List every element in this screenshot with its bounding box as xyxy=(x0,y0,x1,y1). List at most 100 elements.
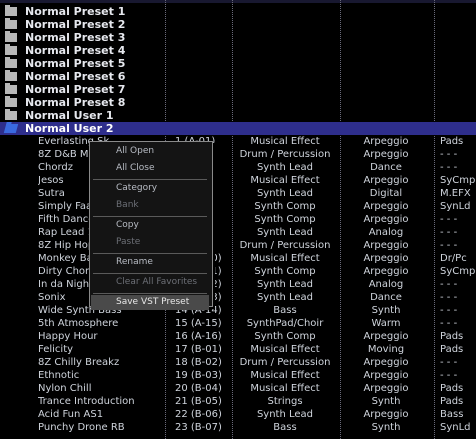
preset-name: Felicity xyxy=(38,344,74,355)
menu-separator xyxy=(93,293,207,294)
menu-all-close[interactable]: All Close xyxy=(91,161,209,176)
preset-type: SyCmp xyxy=(440,266,476,277)
preset-subcategory: Arpeggio xyxy=(363,149,409,160)
preset-type: Pads xyxy=(440,396,464,407)
folder-row[interactable]: Normal Preset 5 xyxy=(0,57,476,70)
preset-category: Musical Effect xyxy=(250,175,320,186)
preset-row[interactable]: Dirty Chord11 (A-11)Synth CompArpeggioSy… xyxy=(0,265,476,278)
folder-row[interactable]: Normal Preset 1 xyxy=(0,5,476,18)
folder-icon xyxy=(5,57,17,68)
folder-row[interactable]: Normal Preset 4 xyxy=(0,44,476,57)
preset-row[interactable]: Rap Lead 18 (A-08)Synth LeadAnalog- - - xyxy=(0,226,476,239)
menu-rename[interactable]: Rename xyxy=(91,255,209,270)
menu-bank: Bank xyxy=(116,200,139,210)
preset-row[interactable]: Everlasting Sk1 (A-01)Musical EffectArpe… xyxy=(0,135,476,148)
preset-category: Drum / Percussion xyxy=(239,240,331,251)
preset-subcategory: Arpeggio xyxy=(363,201,409,212)
preset-type: - - - xyxy=(440,214,458,225)
preset-category: Drum / Percussion xyxy=(239,149,331,160)
open-folder-icon xyxy=(3,124,19,133)
preset-row[interactable]: In da Night12 (A-12)Synth LeadAnalog- - … xyxy=(0,278,476,291)
preset-name: Acid Fun AS1 xyxy=(38,409,104,420)
menu-separator xyxy=(93,216,207,217)
preset-category: Drum / Percussion xyxy=(239,357,331,368)
preset-row[interactable]: Monkey Bar10 (A-10)Musical EffectArpeggi… xyxy=(0,252,476,265)
preset-subcategory: Arpeggio xyxy=(363,370,409,381)
preset-row[interactable]: 8Z Chilly Breakz 18 (B-02) Drum / Percussi… xyxy=(0,356,476,369)
folder-row[interactable]: Normal User 2 xyxy=(0,122,476,135)
preset-type: - - - xyxy=(440,240,458,251)
preset-row[interactable]: Jesos4 (A-04)Musical EffectArpeggioSyCmp xyxy=(0,174,476,187)
preset-category: Musical Effect xyxy=(250,344,320,355)
preset-row[interactable]: Felicity 17 (B-01) Musical Effect Moving Pad… xyxy=(0,343,476,356)
folder-icon xyxy=(5,44,17,55)
preset-subcategory: Arpeggio xyxy=(363,136,409,147)
preset-subcategory: Dance xyxy=(370,292,402,303)
header-strip xyxy=(0,0,476,3)
folder-icon xyxy=(5,83,17,94)
folder-name: Normal Preset 2 xyxy=(25,18,126,31)
folder-row[interactable]: Normal Preset 6 xyxy=(0,70,476,83)
preset-number: 21 (B-05) xyxy=(175,396,222,407)
preset-type: - - - xyxy=(440,370,458,381)
preset-type: - - - xyxy=(440,162,458,173)
preset-row[interactable]: Ethnotic 19 (B-03) Musical Effect Arpeggio -… xyxy=(0,369,476,382)
preset-category: Musical Effect xyxy=(250,383,320,394)
preset-number: 15 (A-15) xyxy=(175,318,222,329)
menu-separator xyxy=(93,179,207,180)
folder-row[interactable]: Normal Preset 2 xyxy=(0,18,476,31)
preset-row[interactable]: 8Z D&B Ma2 (A-02)Drum / PercussionArpegg… xyxy=(0,148,476,161)
preset-type: Pads xyxy=(440,344,464,355)
menu-copy[interactable]: Copy xyxy=(91,218,209,233)
preset-category: Synth Lead xyxy=(256,227,314,238)
preset-type: M.EFX xyxy=(440,188,471,199)
folder-icon xyxy=(5,96,17,107)
preset-row[interactable]: Chordz3 (A-03)Synth LeadDance- - - xyxy=(0,161,476,174)
preset-type: Dr/Pc xyxy=(440,253,467,264)
preset-row[interactable]: 8Z Hip Hop9 (A-09)Drum / PercussionArpeg… xyxy=(0,239,476,252)
preset-number: 18 (B-02) xyxy=(175,357,222,368)
folder-row[interactable]: Normal Preset 3 xyxy=(0,31,476,44)
menu-category[interactable]: Category xyxy=(91,181,209,196)
preset-number: 20 (B-04) xyxy=(175,383,222,394)
preset-row[interactable]: Happy Hour 16 (A-16) Synth Comp Arpeggio Pad… xyxy=(0,330,476,343)
menu-save-vst-preset[interactable]: Save VST Preset xyxy=(91,295,209,310)
preset-name: 5th Atmosphere xyxy=(38,318,119,329)
preset-row[interactable]: Fifth Dance7 (A-07)Synth CompArpeggio- -… xyxy=(0,213,476,226)
preset-subcategory: Synth xyxy=(371,305,401,316)
preset-row[interactable]: Acid Fun AS1 22 (B-06) Synth Lead Arpeggio B… xyxy=(0,408,476,421)
folder-name: Normal User 1 xyxy=(25,109,114,122)
folder-row[interactable]: Normal Preset 8 xyxy=(0,96,476,109)
preset-row[interactable]: Sonix13 (A-13)Synth LeadDance- - - xyxy=(0,291,476,304)
menu-paste: Paste xyxy=(116,237,141,247)
preset-number: 16 (A-16) xyxy=(175,331,222,342)
preset-row[interactable]: Sutra5 (A-05)Synth LeadDigitalM.EFX xyxy=(0,187,476,200)
preset-category: Synth Lead xyxy=(256,279,314,290)
preset-type: - - - xyxy=(440,227,458,238)
preset-row[interactable]: Trance Introduction 21 (B-05) Strings Synth… xyxy=(0,395,476,408)
preset-category: Synth Lead xyxy=(256,188,314,199)
preset-type: - - - xyxy=(440,279,458,290)
preset-browser: Normal Preset 1 Normal Preset 2 Normal Pre… xyxy=(0,0,476,439)
menu-clear-all-favorites: Clear All Favorites xyxy=(116,277,198,287)
preset-row[interactable]: Nylon Chill 20 (B-04) Musical Effect Arpegg… xyxy=(0,382,476,395)
preset-category: Synth Comp xyxy=(254,201,316,212)
folder-row[interactable]: Normal User 1 xyxy=(0,109,476,122)
preset-category: SynthPad/Choir xyxy=(246,318,324,329)
preset-row[interactable]: Simply Faaa6 (A-06)Synth CompArpeggioSyn… xyxy=(0,200,476,213)
preset-row[interactable]: Wide Synth Bass 14 (A-14) Bass Synth - - - xyxy=(0,304,476,317)
preset-number: 19 (B-03) xyxy=(175,370,222,381)
folder-row[interactable]: Normal Preset 7 xyxy=(0,83,476,96)
context-menu: All Open All Close Category Bank Copy Paste Re… xyxy=(89,141,213,310)
preset-row[interactable]: 5th Atmosphere 15 (A-15) SynthPad/Choir War… xyxy=(0,317,476,330)
folder-icon xyxy=(5,18,17,29)
preset-row[interactable]: Punchy Drone RB 23 (B-07) Bass Synth SynLd xyxy=(0,421,476,434)
folder-name: Normal Preset 8 xyxy=(25,96,126,109)
preset-category: Musical Effect xyxy=(250,136,320,147)
folder-icon xyxy=(5,5,17,16)
menu-all-open[interactable]: All Open xyxy=(91,144,209,159)
folder-icon xyxy=(5,109,17,120)
preset-type: SyCmp xyxy=(440,175,476,186)
preset-category: Synth Comp xyxy=(254,214,316,225)
preset-subcategory: Arpeggio xyxy=(363,357,409,368)
